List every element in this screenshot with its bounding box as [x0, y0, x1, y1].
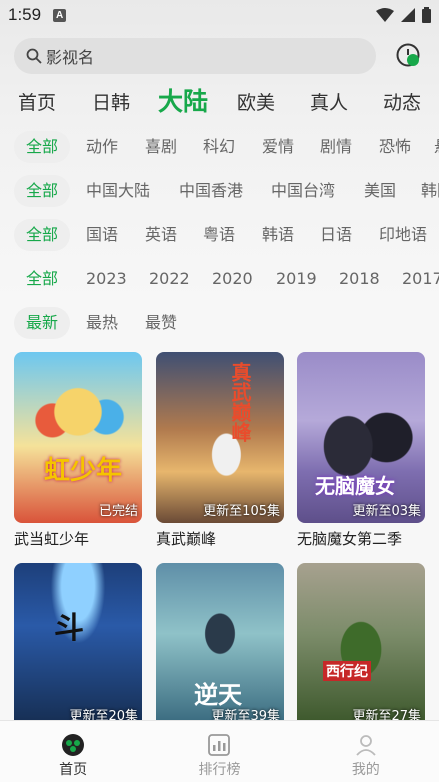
tab-western[interactable]: 欧美	[237, 88, 275, 115]
profile-icon	[356, 735, 376, 756]
card-title: 无脑魔女第二季	[297, 530, 403, 548]
tab-dynamic[interactable]: 动态	[383, 88, 421, 115]
filter-genre-item[interactable]: 悬疑	[434, 131, 439, 163]
genre-filter-row: 全部 动作 喜剧 科幻 爱情 剧情 恐怖 悬疑	[0, 131, 439, 167]
battery-icon	[422, 7, 431, 23]
search-row: 影视名	[14, 38, 425, 74]
nav-label: 我的	[351, 762, 380, 778]
filter-genre-item[interactable]: 恐怖	[379, 131, 411, 163]
poster-title-art: 西行纪	[323, 661, 371, 681]
filter-year-item[interactable]: 2019	[276, 263, 317, 295]
filter-language-item[interactable]: 日语	[320, 219, 352, 251]
filter-genre-item[interactable]: 动作	[86, 131, 118, 163]
filter-genre-all[interactable]: 全部	[14, 131, 71, 163]
filter-year-item[interactable]: 2022	[149, 263, 190, 295]
filter-region-item[interactable]: 中国台湾	[271, 175, 335, 207]
video-card[interactable]: 真武巅峰 更新至105集 真武巅峰	[156, 352, 284, 549]
ranking-icon	[208, 734, 231, 756]
filter-year-item[interactable]: 2018	[339, 263, 380, 295]
nav-label: 排行榜	[198, 762, 241, 778]
filter-region-item[interactable]: 美国	[364, 175, 396, 207]
status-indicators	[376, 7, 431, 23]
tab-home[interactable]: 首页	[18, 88, 56, 115]
search-input[interactable]: 影视名	[14, 38, 376, 74]
channel-tabs: 首页 日韩 大陆 欧美 真人 动态	[0, 80, 439, 120]
filter-genre-item[interactable]: 喜剧	[145, 131, 177, 163]
filter-language-all[interactable]: 全部	[14, 219, 71, 251]
sort-hottest[interactable]: 最热	[86, 307, 118, 339]
poster-image: 逆天 更新至39集	[156, 563, 284, 720]
filter-language-item[interactable]: 粤语	[203, 219, 235, 251]
filter-region-item[interactable]: 中国香港	[179, 175, 243, 207]
filter-language-item[interactable]: 韩语	[262, 219, 294, 251]
poster-title-art: 真武巅峰	[228, 362, 252, 442]
status-time: 1:59	[8, 5, 42, 24]
tab-japan-korea[interactable]: 日韩	[92, 88, 130, 115]
nav-ranking[interactable]: 排行榜	[146, 721, 292, 782]
video-card[interactable]: 逆天 更新至39集	[156, 563, 284, 720]
tab-live-action[interactable]: 真人	[310, 88, 348, 115]
poster-image: 西行纪 更新至27集	[297, 563, 425, 720]
video-card[interactable]: 无脑魔女 更新至03集 无脑魔女第二季	[297, 352, 425, 549]
filter-language-item[interactable]: 印地语	[379, 219, 427, 251]
episode-badge: 更新至39集	[211, 709, 280, 720]
filter-year-item[interactable]: 2023	[86, 263, 127, 295]
filter-year-item[interactable]: 2020	[212, 263, 253, 295]
nav-home[interactable]: 首页	[0, 721, 146, 782]
episode-badge: 更新至03集	[352, 504, 421, 519]
video-card[interactable]: 西行纪 更新至27集	[297, 563, 425, 720]
tab-mainland[interactable]: 大陆	[158, 82, 208, 118]
nav-label: 首页	[59, 762, 88, 778]
sort-filter-row: 最新 最热 最赞	[0, 307, 439, 343]
home-icon	[62, 734, 85, 756]
status-bar: 1:59 A	[0, 0, 439, 30]
episode-badge: 更新至105集	[203, 504, 280, 519]
poster-title-art: 虹少年	[44, 456, 123, 486]
poster-title-art: 无脑魔女	[315, 474, 395, 498]
card-title: 武当虹少年	[14, 530, 90, 548]
wifi-icon	[376, 8, 394, 22]
poster-image: 斗 更新至20集	[14, 563, 142, 720]
episode-badge: 更新至20集	[69, 709, 138, 720]
filter-language-item[interactable]: 国语	[86, 219, 118, 251]
region-filter-row: 全部 中国大陆 中国香港 中国台湾 美国 韩国	[0, 175, 439, 211]
filter-region-all[interactable]: 全部	[14, 175, 71, 207]
filter-genre-item[interactable]: 剧情	[320, 131, 352, 163]
filter-language-item[interactable]: 英语	[145, 219, 177, 251]
app-notification-icon: A	[53, 8, 67, 22]
year-filter-row: 全部 2023 2022 2020 2019 2018 2017	[0, 263, 439, 299]
episode-badge: 更新至27集	[352, 709, 421, 720]
filter-region-item[interactable]: 中国大陆	[86, 175, 150, 207]
poster-image: 无脑魔女 更新至03集	[297, 352, 425, 523]
history-icon[interactable]	[395, 42, 421, 68]
video-card[interactable]: 虹少年 已完结 武当虹少年	[14, 352, 142, 549]
poster-image: 虹少年 已完结	[14, 352, 142, 523]
card-title: 真武巅峰	[156, 530, 217, 548]
episode-badge: 已完结	[98, 504, 138, 519]
filter-genre-item[interactable]: 科幻	[203, 131, 235, 163]
video-card[interactable]: 斗 更新至20集	[14, 563, 142, 720]
search-placeholder: 影视名	[46, 48, 95, 67]
search-icon	[26, 48, 42, 64]
sort-most-liked[interactable]: 最赞	[145, 307, 177, 339]
signal-icon	[401, 8, 415, 22]
poster-title-art: 斗	[54, 611, 84, 646]
filter-region-item[interactable]: 韩国	[421, 175, 439, 207]
bottom-nav: 首页 排行榜 我的	[0, 720, 439, 782]
sort-latest[interactable]: 最新	[14, 307, 71, 339]
filter-genre-item[interactable]: 爱情	[262, 131, 294, 163]
filter-year-all[interactable]: 全部	[26, 263, 58, 295]
poster-image: 真武巅峰 更新至105集	[156, 352, 284, 523]
nav-profile[interactable]: 我的	[293, 721, 439, 782]
language-filter-row: 全部 国语 英语 粤语 韩语 日语 印地语	[0, 219, 439, 255]
filter-year-item[interactable]: 2017	[402, 263, 439, 295]
